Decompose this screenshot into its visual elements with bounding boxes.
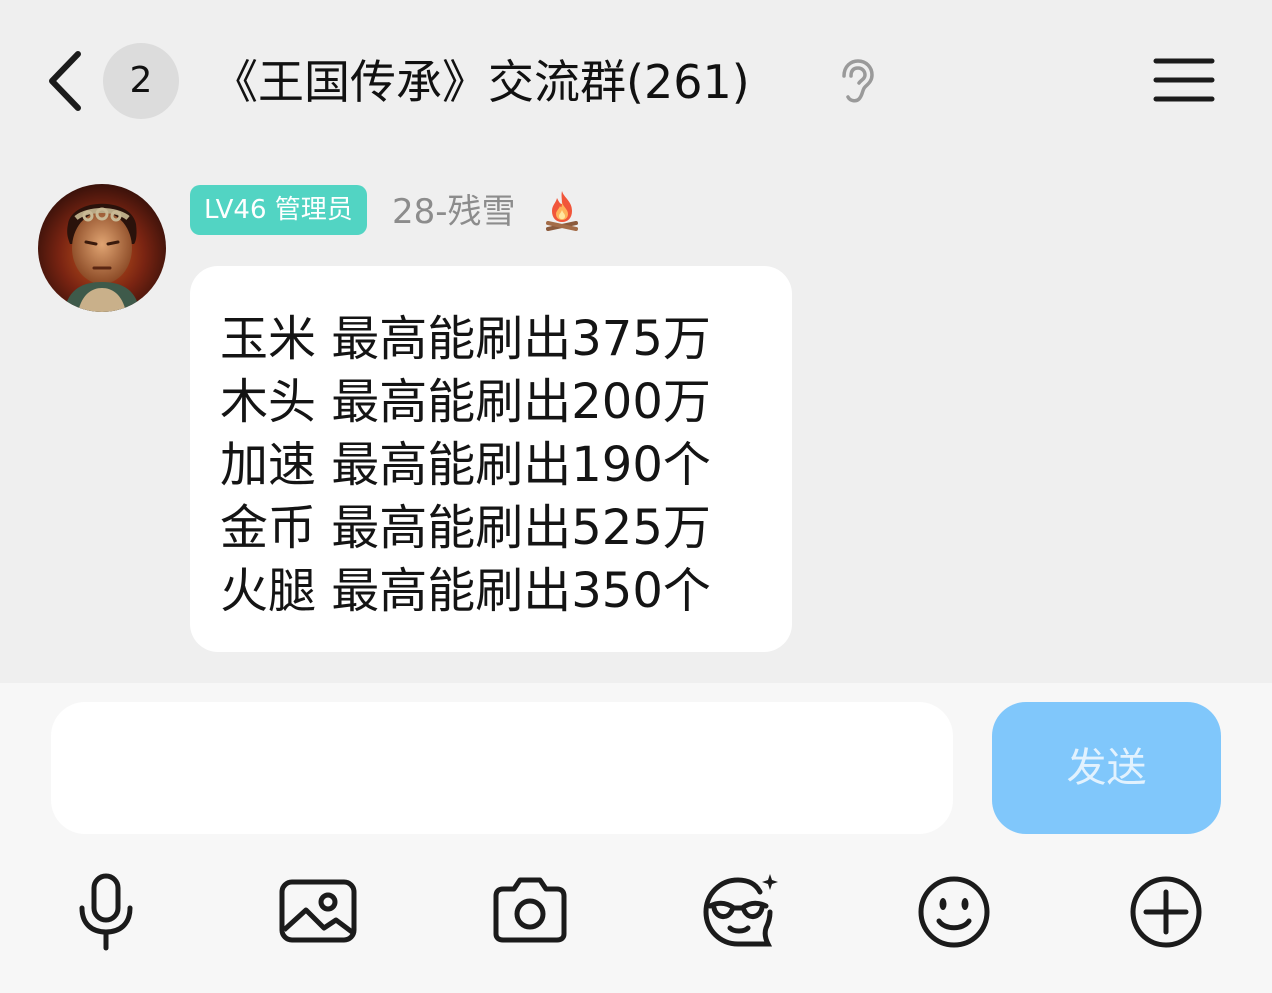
message-line: 金币 最高能刷出525万	[220, 500, 711, 556]
menu-button[interactable]	[1150, 55, 1218, 107]
camera-icon[interactable]	[488, 872, 572, 952]
message-bubble[interactable]: 玉米 最高能刷出375万 木头 最高能刷出200万 加速 最高能刷出190个 金…	[190, 266, 792, 652]
image-icon[interactable]	[276, 872, 360, 952]
group-title[interactable]: 《王国传承》交流群(261)	[212, 50, 750, 114]
emoji-icon[interactable]	[912, 872, 996, 952]
message-line: 玉米 最高能刷出375万	[220, 311, 711, 367]
hamburger-menu-icon	[1153, 58, 1215, 102]
fire-icon	[542, 188, 582, 232]
input-area: 发送	[0, 683, 1272, 993]
sticker-face-icon[interactable]	[698, 872, 782, 952]
message-line: 火腿 最高能刷出350个	[220, 563, 711, 619]
message-line: 木头 最高能刷出200万	[220, 374, 711, 430]
ear-icon[interactable]	[836, 58, 876, 104]
message-input[interactable]	[51, 702, 953, 834]
back-button[interactable]	[40, 46, 90, 116]
unread-count-badge[interactable]: 2	[103, 43, 179, 119]
chevron-left-icon	[49, 51, 81, 111]
plus-circle-icon[interactable]	[1124, 872, 1208, 952]
sender-avatar[interactable]	[38, 184, 166, 312]
role-badge: LV46 管理员	[190, 185, 367, 235]
microphone-icon[interactable]	[64, 872, 148, 952]
message-text: 玉米 最高能刷出375万 木头 最高能刷出200万 加速 最高能刷出190个 金…	[220, 308, 711, 623]
sender-name[interactable]: 28-残雪	[392, 188, 516, 236]
message-line: 加速 最高能刷出190个	[220, 437, 711, 493]
send-button[interactable]: 发送	[992, 702, 1221, 834]
chat-header: 2 《王国传承》交流群(261)	[0, 0, 1272, 160]
